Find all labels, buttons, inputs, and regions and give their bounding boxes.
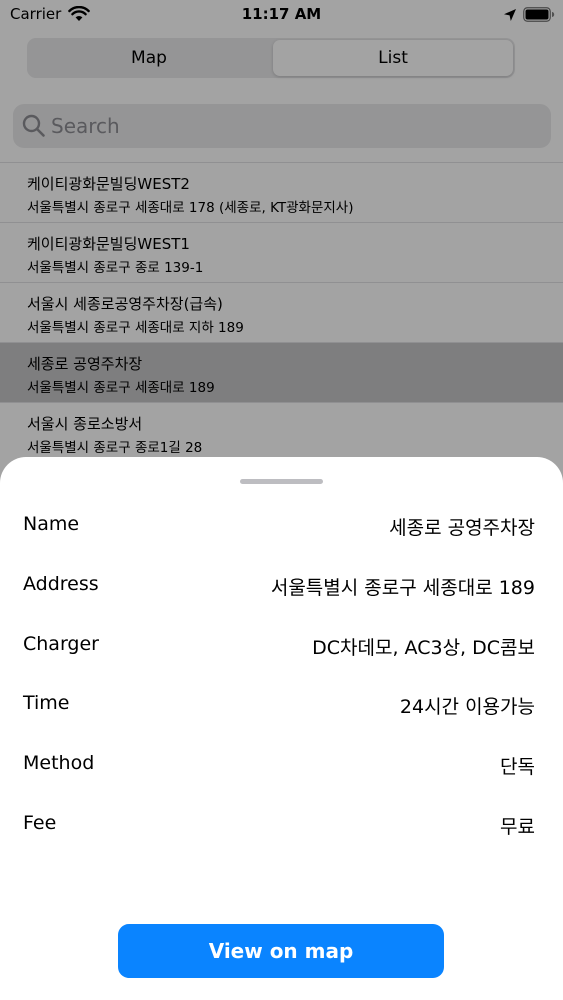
detail-row-time: Time 24시간 이용가능 [0, 684, 563, 724]
detail-label: Name [23, 513, 80, 535]
sheet-grabber[interactable] [240, 479, 323, 484]
detail-label: Method [23, 752, 95, 774]
detail-value: 세종로 공영주차장 [389, 517, 535, 539]
detail-row-charger: Charger DC차데모, AC3상, DC콤보 [0, 625, 563, 665]
detail-row-address: Address 서울특별시 종로구 세종대로 189 [0, 565, 563, 605]
detail-row-method: Method 단독 [0, 744, 563, 784]
detail-value: 서울특별시 종로구 세종대로 189 [270, 577, 535, 599]
detail-row-fee: Fee 무료 [0, 804, 563, 844]
detail-row-name: Name 세종로 공영주차장 [0, 505, 563, 545]
detail-label: Address [23, 573, 99, 595]
detail-value: 24시간 이용가능 [399, 696, 535, 718]
detail-value: DC차데모, AC3상, DC콤보 [312, 637, 535, 659]
detail-value: 무료 [500, 816, 535, 838]
detail-sheet: Name 세종로 공영주차장 Address 서울특별시 종로구 세종대로 18… [0, 457, 563, 1000]
detail-value: 단독 [500, 756, 535, 778]
view-on-map-button[interactable]: View on map [118, 924, 444, 978]
detail-label: Charger [23, 633, 99, 655]
detail-label: Time [23, 692, 70, 714]
detail-label: Fee [23, 812, 57, 834]
